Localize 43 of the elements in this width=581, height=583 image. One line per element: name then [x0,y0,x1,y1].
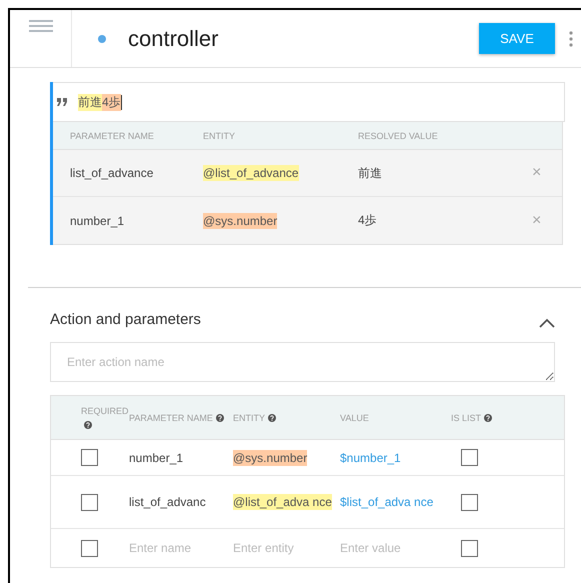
quote-icon [57,98,68,106]
help-icon[interactable] [268,414,276,422]
highlighted-phrase: 4歩 [102,94,121,110]
highlighted-phrase: 前進 [78,94,102,110]
section-title: Action and parameters [50,310,201,328]
remove-button[interactable]: × [532,212,542,230]
column-header: ENTITY [203,130,236,140]
value-link[interactable]: $list_of_adva nce [340,494,451,510]
required-checkbox[interactable] [81,540,98,556]
save-button[interactable]: SAVE [479,23,555,54]
help-icon[interactable] [484,414,492,422]
value-link[interactable]: $number_1 [340,450,451,466]
entity-tag: @list_of_advance [203,165,299,181]
table-cell-text: 4歩 [358,212,378,229]
column-header: PARAMETER NAME [69,130,155,140]
help-icon[interactable] [216,414,224,422]
agent-title: controller [128,26,220,52]
required-checkbox[interactable] [81,494,98,510]
entity-tag: @sys.number [233,450,308,466]
is-list-checkbox[interactable] [461,449,478,466]
column-header: IS LIST [451,410,564,424]
required-checkbox[interactable] [81,449,98,466]
column-header: VALUE [340,412,370,424]
help-icon[interactable] [84,421,92,430]
entity-tag: @sys.number [203,212,278,228]
is-list-checkbox[interactable] [461,540,478,556]
column-header: RESOLVED VALUE [358,130,439,140]
remove-button[interactable]: × [532,164,542,182]
is-list-checkbox[interactable] [461,494,478,510]
collapse-icon[interactable] [539,318,555,328]
column-header: REQUIRED [51,404,129,432]
table-cell-text: list_of_advance [69,166,154,180]
table-cell-text: number_1 [129,450,184,464]
text-cursor [120,94,122,110]
table-cell-text: 前進 [358,164,383,182]
entity-tag: @list_of_adva nce [233,494,332,510]
more-icon[interactable] [569,30,573,46]
column-header: ENTITY [233,410,340,424]
action-name-field[interactable]: Enter action name [50,342,555,382]
column-header: PARAMETER NAME [129,410,233,424]
status-dot [98,34,106,42]
table-cell-text: list_of_advanc [129,495,207,509]
table-cell-text: number_1 [69,214,126,228]
